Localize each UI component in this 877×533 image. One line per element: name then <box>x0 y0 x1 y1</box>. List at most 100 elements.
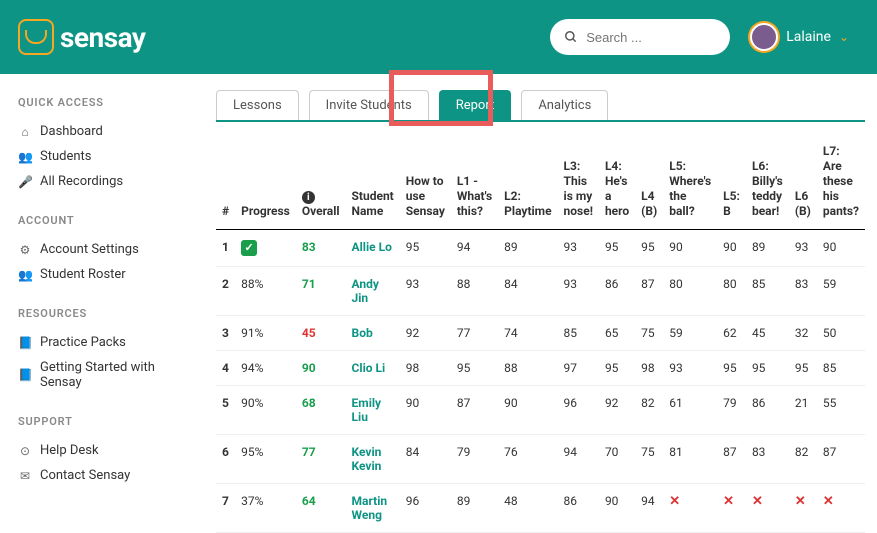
cell-progress: 91% <box>235 316 296 351</box>
table-row: 737%64Martin Weng968948869094✕✕✕✕✕ <box>216 484 865 533</box>
cell-score: 32 <box>789 316 817 351</box>
cell-row-number: 1 <box>216 230 235 267</box>
cell-row-number: 3 <box>216 316 235 351</box>
brand-logo-icon <box>18 19 54 55</box>
cell-score: 90 <box>599 484 635 533</box>
cell-student-name[interactable]: Clio Li <box>346 351 400 386</box>
cell-score: 90 <box>400 386 451 435</box>
sidebar-item[interactable]: ⊙Help Desk <box>18 438 186 463</box>
cell-score: 89 <box>746 230 789 267</box>
sidebar-item-icon: ⊙ <box>18 444 32 458</box>
cell-score: 93 <box>789 230 817 267</box>
cell-score: 94 <box>451 230 498 267</box>
cell-student-name[interactable]: Emily Liu <box>346 386 400 435</box>
cell-score: 76 <box>498 435 557 484</box>
cell-score: 62 <box>717 316 746 351</box>
cell-score: ✕ <box>746 484 789 533</box>
cell-score: 87 <box>635 267 663 316</box>
col-header: L5: Where's the ball? <box>663 140 717 230</box>
sidebar-item[interactable]: ⚙Account Settings <box>18 237 186 262</box>
cell-score: 65 <box>599 316 635 351</box>
cell-student-name[interactable]: Bob <box>346 316 400 351</box>
cell-score: 92 <box>599 386 635 435</box>
cross-icon: ✕ <box>669 494 680 509</box>
cell-score: 93 <box>400 267 451 316</box>
cell-score: 86 <box>599 267 635 316</box>
cell-student-name[interactable]: Kevin Kevin <box>346 435 400 484</box>
sidebar-item[interactable]: 🎤 All Recordings <box>18 169 186 194</box>
cell-score: 90 <box>817 230 865 267</box>
col-header: L7: Are these his pants? <box>817 140 865 230</box>
cell-row-number: 4 <box>216 351 235 386</box>
cell-score: 48 <box>498 484 557 533</box>
tab-report[interactable]: Report <box>439 90 512 120</box>
search-input-wrapper[interactable] <box>550 19 730 55</box>
main-content: LessonsInvite StudentsReportAnalytics #P… <box>204 74 877 533</box>
sidebar-item-icon: 🎤 <box>18 175 32 189</box>
cell-score: 94 <box>558 435 599 484</box>
sidebar-item[interactable]: ⌂ Dashboard <box>18 119 186 144</box>
cell-overall: 45 <box>296 316 346 351</box>
sidebar-item-label: Account Settings <box>40 242 139 257</box>
sidebar-item[interactable]: 👥Student Roster <box>18 262 186 287</box>
cell-overall: 68 <box>296 386 346 435</box>
sidebar-item-label: All Recordings <box>40 174 123 189</box>
brand-logo[interactable]: sensay <box>18 19 145 55</box>
col-header: L6: Billy's teddy bear! <box>746 140 789 230</box>
cell-progress: 88% <box>235 267 296 316</box>
sidebar-item-icon: 👥 <box>18 150 32 164</box>
col-header: L1 - What's this? <box>451 140 498 230</box>
search-icon <box>564 30 578 44</box>
sidebar-item[interactable]: 👥 Students <box>18 144 186 169</box>
cell-score: ✕ <box>789 484 817 533</box>
cell-score: 95 <box>635 230 663 267</box>
sidebar-item-icon: 📘 <box>18 368 32 382</box>
cell-score: 95 <box>746 351 789 386</box>
tab-bar: Lessons Invite Students Report Analytics <box>216 90 865 122</box>
table-row: 1✓83Allie Lo9594899395959090899390 <box>216 230 865 267</box>
cell-score: 81 <box>663 435 717 484</box>
tab-analytics[interactable]: Analytics <box>521 90 608 120</box>
cell-score: 82 <box>635 386 663 435</box>
cell-overall: 71 <box>296 267 346 316</box>
cell-student-name[interactable]: Andy Jin <box>346 267 400 316</box>
cell-score: 93 <box>558 267 599 316</box>
sidebar-item[interactable]: ✉Contact Sensay <box>18 463 186 488</box>
sidebar-heading: SUPPORT <box>18 415 186 428</box>
cell-student-name[interactable]: Martin Weng <box>346 484 400 533</box>
cell-score: 55 <box>817 386 865 435</box>
cell-score: 59 <box>663 316 717 351</box>
cross-icon: ✕ <box>795 494 806 509</box>
cell-overall: 77 <box>296 435 346 484</box>
col-header: L5: B <box>717 140 746 230</box>
sidebar-item-label: Dashboard <box>40 124 103 139</box>
sidebar-item-icon: ⌂ <box>18 125 32 139</box>
cell-score: 95 <box>400 230 451 267</box>
cell-score: 98 <box>400 351 451 386</box>
tab-invite-students[interactable]: Invite Students <box>309 90 429 120</box>
cell-score: 87 <box>451 386 498 435</box>
cell-student-name[interactable]: Allie Lo <box>346 230 400 267</box>
user-menu[interactable]: Lalaine ⌄ <box>750 23 849 51</box>
cell-score: 94 <box>635 484 663 533</box>
sidebar-item-label: Practice Packs <box>40 335 126 350</box>
cell-score: ✕ <box>663 484 717 533</box>
cell-score: 21 <box>789 386 817 435</box>
cell-score: 96 <box>400 484 451 533</box>
cell-score: 61 <box>663 386 717 435</box>
chevron-down-icon: ⌄ <box>839 30 849 44</box>
info-icon[interactable]: i <box>302 191 315 204</box>
sidebar-item-icon: ✉ <box>18 469 32 483</box>
col-header: Progress <box>235 140 296 230</box>
sidebar-item-label: Getting Started with Sensay <box>40 360 186 390</box>
table-row: 391%45Bob9277748565755962453250 <box>216 316 865 351</box>
tab-lessons[interactable]: Lessons <box>216 90 299 120</box>
col-header: L3: This is my nose! <box>558 140 599 230</box>
cell-score: 82 <box>789 435 817 484</box>
cell-score: 70 <box>599 435 635 484</box>
sidebar-item[interactable]: 📘Practice Packs <box>18 330 186 355</box>
search-input[interactable] <box>586 30 762 45</box>
col-header: iOverall <box>296 140 346 230</box>
sidebar-item[interactable]: 📘 Getting Started with Sensay <box>18 355 186 395</box>
sidebar-item-label: Students <box>40 149 92 164</box>
